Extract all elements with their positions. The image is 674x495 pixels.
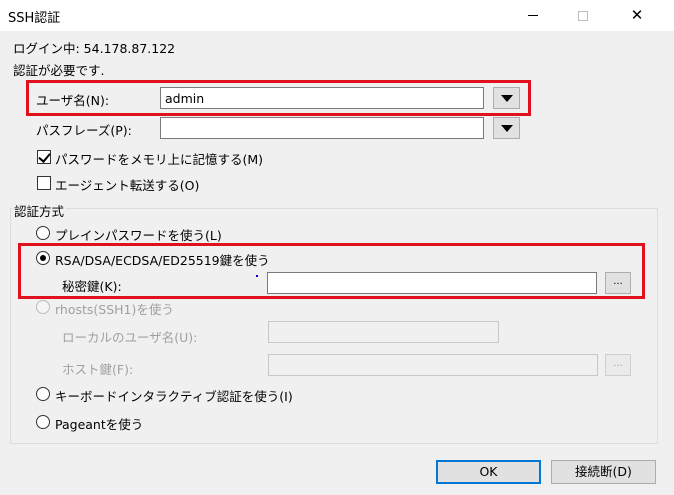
close-button[interactable]: ✕ bbox=[614, 0, 660, 31]
auth-required-text: 認証が必要です. bbox=[13, 63, 105, 78]
pageant-label: Pageantを使う bbox=[55, 417, 144, 432]
auth-method-group-label: 認証方式 bbox=[12, 201, 67, 220]
remember-password-label: パスワードをメモリ上に記憶する(M) bbox=[55, 152, 264, 167]
local-username-label: ローカルのユーザ名(U): bbox=[62, 330, 198, 345]
minimize-icon bbox=[528, 15, 538, 16]
passphrase-dropdown-button[interactable] bbox=[493, 117, 520, 139]
maximize-icon bbox=[578, 10, 588, 21]
minimize-button[interactable] bbox=[510, 0, 556, 31]
agent-forward-label: エージェント転送する(O) bbox=[55, 178, 200, 193]
local-username-input bbox=[268, 321, 499, 343]
keyboard-interactive-radio[interactable] bbox=[36, 387, 50, 401]
username-highlight-box bbox=[26, 80, 531, 116]
disconnect-button[interactable]: 接続断(D) bbox=[551, 460, 656, 484]
login-host-text: ログイン中: 54.178.87.122 bbox=[13, 41, 176, 56]
rhosts-label: rhosts(SSH1)を使う bbox=[55, 302, 174, 317]
remember-password-checkbox[interactable] bbox=[37, 150, 51, 164]
plain-password-label: プレインパスワードを使う(L) bbox=[55, 228, 222, 243]
window-title: SSH認証 bbox=[8, 11, 61, 26]
maximize-button bbox=[560, 0, 606, 31]
passphrase-label: パスフレーズ(P): bbox=[36, 123, 132, 138]
passphrase-input[interactable] bbox=[160, 117, 484, 139]
title-bar: SSH認証 ✕ bbox=[0, 0, 674, 31]
ok-button[interactable]: OK bbox=[436, 460, 541, 484]
host-key-label: ホスト鍵(F): bbox=[62, 362, 134, 377]
host-key-browse-button: ... bbox=[605, 354, 631, 376]
pageant-radio[interactable] bbox=[36, 415, 50, 429]
close-icon: ✕ bbox=[630, 6, 644, 24]
agent-forward-checkbox[interactable] bbox=[37, 176, 51, 190]
plain-password-radio[interactable] bbox=[36, 226, 50, 240]
rsa-key-highlight-box bbox=[18, 243, 645, 299]
host-key-input bbox=[268, 354, 598, 376]
rhosts-radio bbox=[36, 300, 50, 314]
keyboard-interactive-label: キーボードインタラクティブ認証を使う(I) bbox=[55, 389, 293, 404]
